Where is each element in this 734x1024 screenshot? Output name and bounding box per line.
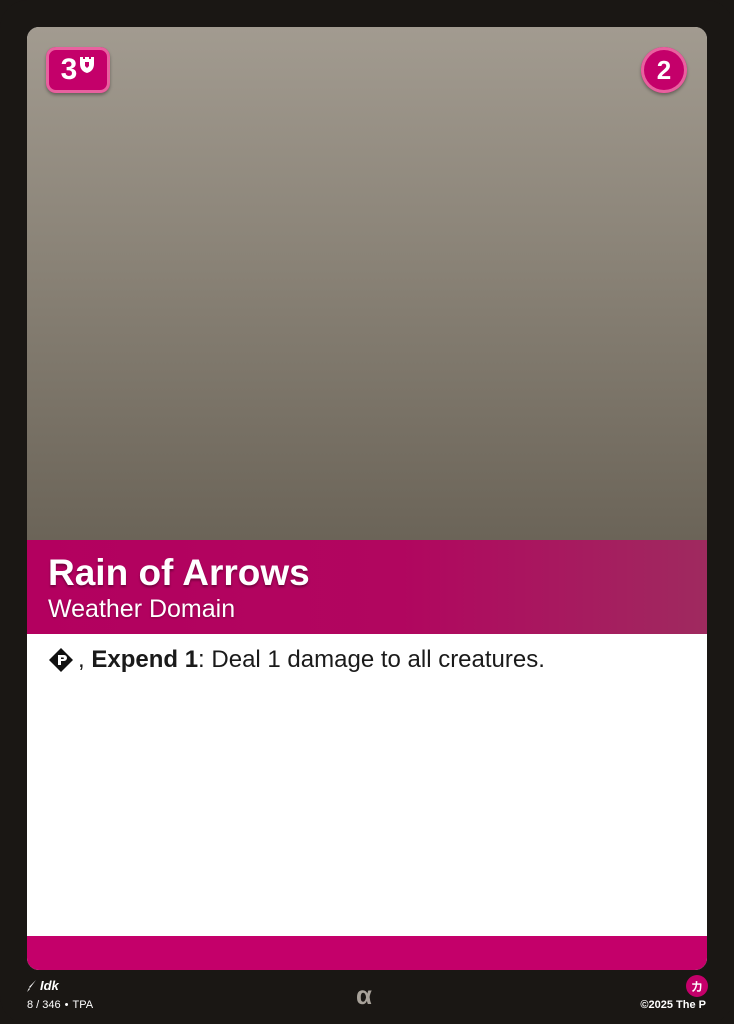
level-value: 2 [656,54,672,85]
rules-text: , Expend 1 : Deal 1 damage to all creatu… [48,645,688,675]
brush-icon [27,979,36,992]
action-diamond-icon [49,648,73,672]
card-title: Rain of Arrows [48,552,310,593]
level-badge: 2 [641,47,687,93]
copyright: ©2025 The P [640,999,706,1011]
rules-separator: , [78,646,92,673]
card-face: 3 2 Rain of Arrows Weather Domain , Expe… [27,27,707,970]
cost-value: 3 [60,53,78,86]
artist-credit: Idk [27,978,59,993]
artist-name: Idk [40,978,59,993]
rules-body: Deal 1 damage to all creatures. [204,646,545,673]
language-badge: カ [686,975,708,997]
cost-badge: 3 [46,47,110,93]
collector-number: 8 / 346 [27,999,61,1011]
collector-info: 8 / 346 • TPA [27,999,93,1011]
set-code: TPA [72,999,94,1011]
collector-bullet: • [64,999,69,1011]
rarity-symbol: α [356,980,372,1010]
title-band: Rain of Arrows Weather Domain [27,540,707,634]
bottom-band [27,936,707,970]
card-subtitle: Weather Domain [48,595,236,623]
tower-shield-icon [80,57,95,73]
card-art [27,27,707,540]
rules-keyword: Expend 1 [91,646,199,673]
rules-colon: : [198,646,205,673]
card: 3 2 Rain of Arrows Weather Domain , Expe… [0,0,734,1024]
